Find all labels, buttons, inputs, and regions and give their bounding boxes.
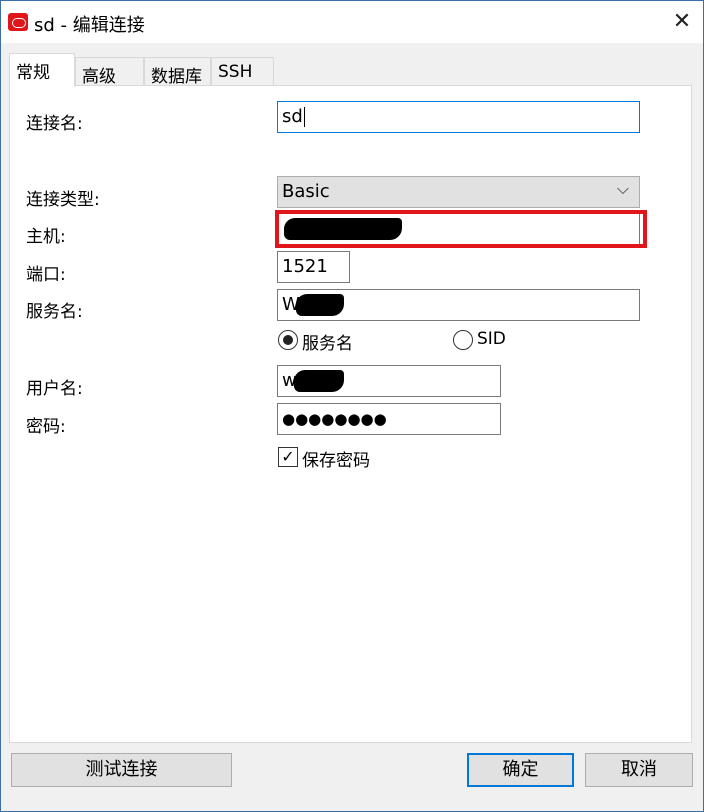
redaction-mark bbox=[295, 294, 344, 316]
radio-sid[interactable] bbox=[453, 330, 473, 350]
radio-service-name-label: 服务名 bbox=[302, 334, 353, 354]
port-label: 端口: bbox=[26, 265, 66, 285]
connection-name-label: 连接名: bbox=[26, 114, 83, 134]
redaction-mark bbox=[293, 370, 344, 392]
username-input[interactable]: w bbox=[277, 365, 501, 397]
red-highlight-box bbox=[275, 210, 647, 248]
tab-database[interactable]: 数据库 bbox=[144, 57, 211, 87]
connection-type-label: 连接类型: bbox=[26, 190, 100, 210]
host-label: 主机: bbox=[26, 227, 66, 247]
radio-sid-label: SID bbox=[477, 329, 506, 349]
tab-ssh[interactable]: SSH bbox=[211, 57, 274, 87]
chevron-down-icon: ⌵ bbox=[616, 179, 629, 198]
close-icon[interactable]: ✕ bbox=[665, 5, 699, 39]
port-input[interactable]: 1521 bbox=[277, 251, 350, 283]
radio-service-name[interactable] bbox=[278, 330, 298, 350]
connection-type-value: Basic bbox=[282, 181, 330, 202]
oracle-app-icon bbox=[8, 13, 28, 31]
password-input[interactable]: ●●●●●●●● bbox=[277, 403, 501, 435]
username-label: 用户名: bbox=[26, 379, 83, 399]
general-panel: 连接名: sd 连接类型: Basic ⌵ 主机: 端口: 1521 服务名: … bbox=[9, 85, 692, 743]
tab-general[interactable]: 常规 bbox=[9, 53, 75, 87]
window-title: sd - 编辑连接 bbox=[34, 15, 145, 36]
connection-name-input[interactable]: sd bbox=[277, 101, 640, 133]
ok-button[interactable]: 确定 bbox=[467, 753, 574, 787]
connection-type-select[interactable]: Basic ⌵ bbox=[277, 176, 640, 208]
text-caret bbox=[303, 107, 305, 127]
tab-advanced[interactable]: 高级 bbox=[75, 57, 144, 87]
password-label: 密码: bbox=[26, 417, 66, 437]
test-connection-button[interactable]: 测试连接 bbox=[11, 753, 232, 787]
save-password-checkbox[interactable]: ✓ bbox=[278, 447, 298, 467]
edit-connection-dialog: sd - 编辑连接 ✕ 常规 高级 数据库 SSH 连接名: sd 连接类型: … bbox=[0, 0, 704, 812]
service-name-label: 服务名: bbox=[26, 302, 83, 322]
cancel-button[interactable]: 取消 bbox=[585, 753, 693, 787]
service-name-input[interactable]: W bbox=[277, 289, 640, 321]
connection-name-value: sd bbox=[282, 106, 303, 127]
save-password-label: 保存密码 bbox=[302, 451, 370, 471]
title-bar: sd - 编辑连接 ✕ bbox=[1, 1, 703, 43]
